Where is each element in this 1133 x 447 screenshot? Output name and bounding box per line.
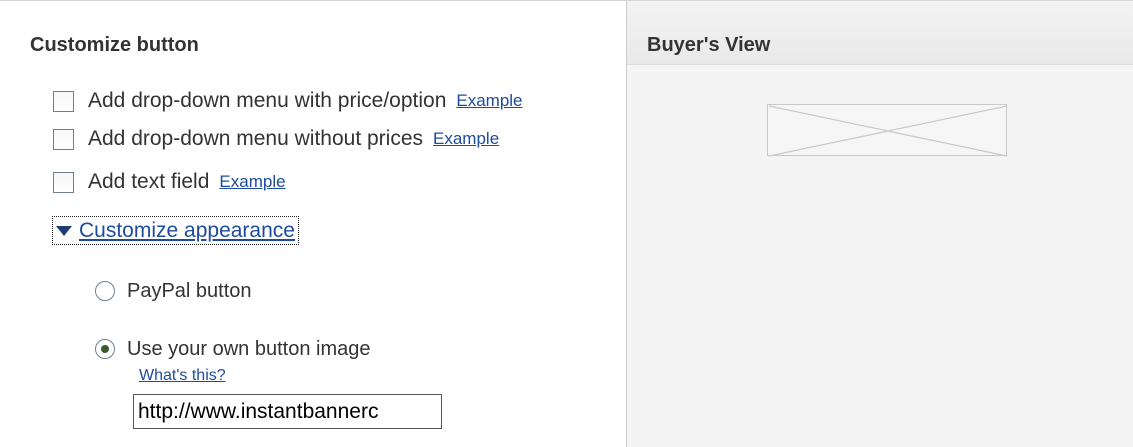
option-text-field-row: Add text field Example — [53, 169, 286, 195]
whats-this-link[interactable]: What's this? — [139, 367, 226, 385]
customize-appearance-label[interactable]: Customize appearance — [79, 219, 295, 243]
buyers-view-panel: Buyer's View — [626, 0, 1133, 447]
buyers-view-header: Buyer's View — [627, 1, 1133, 65]
text-field-label[interactable]: Add text field — [88, 170, 209, 194]
customize-button-title: Customize button — [30, 34, 199, 56]
dropdown-without-price-example-link[interactable]: Example — [433, 129, 499, 149]
dropdown-with-price-label[interactable]: Add drop-down menu with price/option — [88, 89, 446, 113]
dropdown-with-price-checkbox[interactable] — [53, 90, 74, 112]
customize-button-panel: Customize button Add drop-down menu with… — [0, 0, 626, 447]
text-field-example-link[interactable]: Example — [219, 172, 285, 192]
triangle-down-icon — [56, 225, 72, 236]
own-image-radio[interactable] — [95, 339, 115, 359]
broken-image-placeholder-icon — [767, 104, 1008, 157]
option-dropdown-with-price-row: Add drop-down menu with price/option Exa… — [53, 88, 523, 114]
own-image-label[interactable]: Use your own button image — [127, 338, 370, 361]
buyers-view-title: Buyer's View — [647, 34, 771, 56]
text-field-checkbox[interactable] — [53, 171, 74, 193]
paypal-button-option: PayPal button — [95, 278, 252, 304]
dropdown-with-price-example-link[interactable]: Example — [456, 91, 522, 111]
own-image-option: Use your own button image — [95, 336, 370, 362]
button-image-url-input[interactable] — [133, 394, 442, 429]
option-dropdown-without-price-row: Add drop-down menu without prices Exampl… — [53, 126, 499, 152]
paypal-button-radio[interactable] — [95, 281, 115, 301]
paypal-button-label[interactable]: PayPal button — [127, 280, 252, 303]
customize-appearance-toggle[interactable]: Customize appearance — [52, 216, 299, 245]
dropdown-without-price-checkbox[interactable] — [53, 128, 74, 150]
dropdown-without-price-label[interactable]: Add drop-down menu without prices — [88, 127, 423, 151]
